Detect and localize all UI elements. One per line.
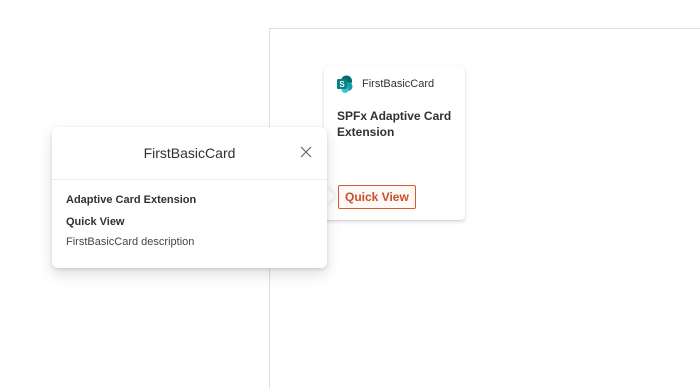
quick-view-callout: FirstBasicCard Adaptive Card Extension Q… [52, 127, 327, 268]
callout-heading: Adaptive Card Extension [66, 194, 197, 206]
close-icon[interactable] [299, 145, 313, 159]
sharepoint-logo-icon: S [336, 75, 354, 93]
callout-subheading: Quick View [66, 216, 125, 228]
svg-text:S: S [339, 80, 345, 89]
callout-header: FirstBasicCard [52, 127, 327, 180]
card-title: SPFx Adaptive Card Extension [337, 109, 452, 139]
adaptive-card[interactable]: S FirstBasicCard SPFx Adaptive Card Exte… [324, 66, 465, 220]
card-app-name: FirstBasicCard [362, 78, 435, 90]
callout-description: FirstBasicCard description [66, 236, 195, 248]
callout-title: FirstBasicCard [143, 145, 236, 161]
callout-body: Adaptive Card Extension Quick View First… [52, 180, 327, 248]
card-header: S FirstBasicCard [336, 75, 434, 93]
quick-view-button[interactable]: Quick View [338, 185, 416, 209]
